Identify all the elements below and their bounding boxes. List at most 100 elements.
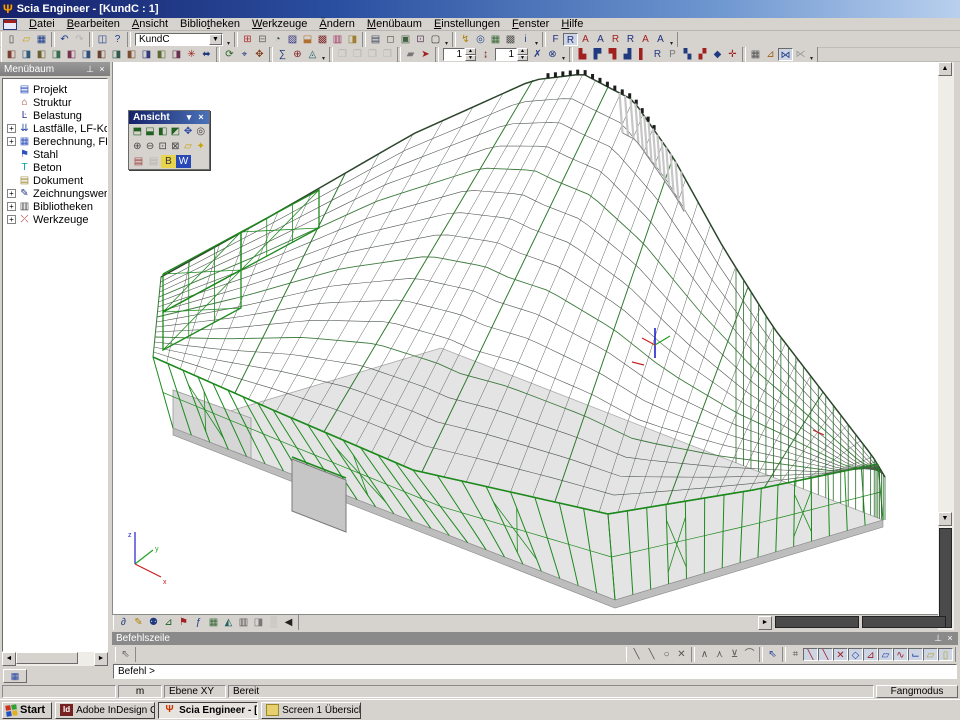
layout-3-icon[interactable]: A — [578, 33, 593, 46]
database-icon[interactable]: ▩ — [315, 33, 330, 46]
activity-3-icon[interactable]: ◧ — [34, 48, 49, 61]
undo-icon[interactable]: ↶ — [57, 33, 72, 46]
activity-2-icon[interactable]: ◨ — [19, 48, 34, 61]
render-save-icon[interactable]: ▦ — [748, 48, 763, 61]
mdi-document-icon[interactable] — [3, 19, 17, 30]
activity-14-icon[interactable]: ⬌ — [199, 48, 214, 61]
scroll-left-icon[interactable]: ◄ — [2, 652, 16, 666]
activity-1-icon[interactable]: ◧ — [4, 48, 19, 61]
taskbar-task-indesign[interactable]: IdAdobe InDesign C... — [55, 702, 155, 719]
snap-arc-icon[interactable]: ⌒ — [742, 648, 757, 661]
print-icon[interactable]: ▤ — [368, 33, 383, 46]
redo-icon[interactable]: ↷ — [72, 33, 87, 46]
layout-8-icon[interactable]: A — [653, 33, 668, 46]
tree-item-werkzeuge[interactable]: +⤫Werkzeuge — [3, 213, 107, 226]
activity-12-icon[interactable]: ◨ — [169, 48, 184, 61]
title-bar[interactable]: Ψ Scia Engineer - [KundC : 1] — [0, 0, 960, 18]
tree-item-berechnung-fe-netz[interactable]: +▦Berechnung, FE-Netz — [3, 135, 107, 148]
layout-2-icon[interactable]: R — [563, 33, 578, 46]
zoom-all-icon[interactable]: ⊠ — [169, 140, 182, 153]
tools-group-overflow[interactable]: ▾ — [533, 40, 540, 47]
tree-horizontal-scrollbar[interactable]: ◄ ► — [2, 652, 108, 666]
save-icon[interactable]: ▦ — [34, 33, 49, 46]
snap-tangent-icon[interactable]: ⊿ — [863, 648, 878, 661]
load-case-spinner[interactable]: 1▲▼ — [495, 48, 528, 61]
menubaum-header[interactable]: Menübaum ⊥ × — [0, 62, 110, 76]
print-view-icon[interactable]: ▤ — [131, 155, 146, 168]
activity-11-icon[interactable]: ◧ — [154, 48, 169, 61]
menu-menübaum[interactable]: Menübaum — [361, 18, 428, 31]
tree-item-belastung[interactable]: ĿBelastung — [3, 109, 107, 122]
render-mode-icon[interactable]: ⋈ — [778, 48, 793, 61]
activity-13-icon[interactable]: ✳ — [184, 48, 199, 61]
taskbar-task-screen[interactable]: Screen 1 Übersicht... — [261, 702, 361, 719]
select-group-overflow[interactable]: ▾ — [320, 55, 327, 62]
table2-icon[interactable]: ▦ — [206, 616, 221, 629]
snap-intersection-icon[interactable]: ✕ — [833, 648, 848, 661]
rotate-view-icon[interactable]: ✥ — [182, 125, 195, 138]
node-tool-icon[interactable]: ∂ — [116, 616, 131, 629]
snap-perp-icon[interactable]: ⌙ — [908, 648, 923, 661]
document-icon[interactable]: ▢ — [428, 33, 443, 46]
scroll-up-icon[interactable]: ▲ — [938, 62, 952, 76]
pan-icon[interactable]: ✥ — [252, 48, 267, 61]
layout-group-overflow[interactable]: ▾ — [668, 40, 675, 47]
new-file-icon[interactable]: ▯ — [4, 33, 19, 46]
light-icon[interactable]: ✦ — [194, 140, 207, 153]
crosshair-icon[interactable]: ⌖ — [237, 48, 252, 61]
chart-icon[interactable]: ⊿ — [161, 616, 176, 629]
ansicht-palette-header[interactable]: Ansicht ▾ × — [129, 111, 209, 124]
activity-8-icon[interactable]: ◨ — [109, 48, 124, 61]
spinner-value[interactable]: 1 — [495, 48, 517, 61]
pencil-icon[interactable]: ✎ — [131, 616, 146, 629]
pin-icon[interactable]: ⊥ — [84, 64, 96, 75]
minimize-all-icon[interactable]: ❐ — [380, 48, 395, 61]
activity-4-icon[interactable]: ◨ — [49, 48, 64, 61]
label-length-icon[interactable]: ▌ — [635, 48, 650, 61]
expand-icon[interactable]: + — [7, 202, 16, 211]
spinner-value[interactable]: 1 — [443, 48, 465, 61]
abc-check-icon[interactable]: ƒ — [191, 616, 206, 629]
taskbar-task-scia[interactable]: ΨScia Engineer - [... — [158, 702, 258, 719]
close-project-icon[interactable]: ⊟ — [255, 33, 270, 46]
spinner-down-icon[interactable]: ▼ — [517, 55, 528, 62]
window-icon[interactable]: ◫ — [95, 33, 110, 46]
help-icon[interactable]: ? — [110, 33, 125, 46]
snap-plane-icon[interactable]: ▱ — [878, 648, 893, 661]
hook-icon[interactable]: ↨ — [478, 48, 493, 61]
palette-icon[interactable]: ◨ — [345, 33, 360, 46]
befehlszeile-header[interactable]: Befehlszeile ⊥ × — [112, 632, 958, 645]
tree-item-beton[interactable]: TBeton — [3, 161, 107, 174]
expand-icon[interactable]: + — [7, 124, 16, 133]
close-icon[interactable]: × — [195, 112, 207, 123]
viewport-vertical-scrollbar[interactable]: ▲ ▼ — [938, 62, 954, 630]
label-p-icon[interactable]: P — [665, 48, 680, 61]
delete-icon[interactable]: ▰ — [403, 48, 418, 61]
layers-folder-icon[interactable]: ▱ — [182, 140, 195, 153]
menu-werkzeuge[interactable]: Werkzeuge — [246, 18, 313, 31]
print-preview-icon[interactable]: ◻ — [383, 33, 398, 46]
export-icon[interactable]: ⊡ — [413, 33, 428, 46]
label-beam-icon[interactable]: ▙ — [575, 48, 590, 61]
expand-icon[interactable]: + — [7, 137, 16, 146]
horizontal-slider-1[interactable] — [775, 616, 859, 628]
table-icon[interactable]: ▦ — [488, 33, 503, 46]
close-icon[interactable]: × — [96, 64, 108, 75]
photo-icon[interactable]: ◭ — [221, 616, 236, 629]
split-view-icon[interactable]: ◨ — [251, 616, 266, 629]
zoom-window-icon[interactable]: ⊡ — [156, 140, 169, 153]
expand-icon[interactable]: + — [7, 189, 16, 198]
triangle-icon[interactable]: ◬ — [305, 48, 320, 61]
fly-icon[interactable]: ➤ — [418, 48, 433, 61]
layout-1-icon[interactable]: F — [548, 33, 563, 46]
history-icon[interactable]: ◔ — [270, 33, 285, 46]
strip-scroll-left-icon[interactable]: ◀ — [281, 616, 296, 629]
grid-icon[interactable]: ▩ — [503, 33, 518, 46]
zoom-cursor-icon[interactable]: ◎ — [194, 125, 207, 138]
tree-item-lastf-lle-lf-kombination[interactable]: +⇊Lastfälle, LF-Kombination — [3, 122, 107, 135]
layout-6-icon[interactable]: R — [623, 33, 638, 46]
snap-endpoint-icon[interactable]: ╲ — [629, 648, 644, 661]
activity-5-icon[interactable]: ◧ — [64, 48, 79, 61]
menu-bearbeiten[interactable]: Bearbeiten — [61, 18, 126, 31]
person-icon[interactable]: ⚉ — [146, 616, 161, 629]
